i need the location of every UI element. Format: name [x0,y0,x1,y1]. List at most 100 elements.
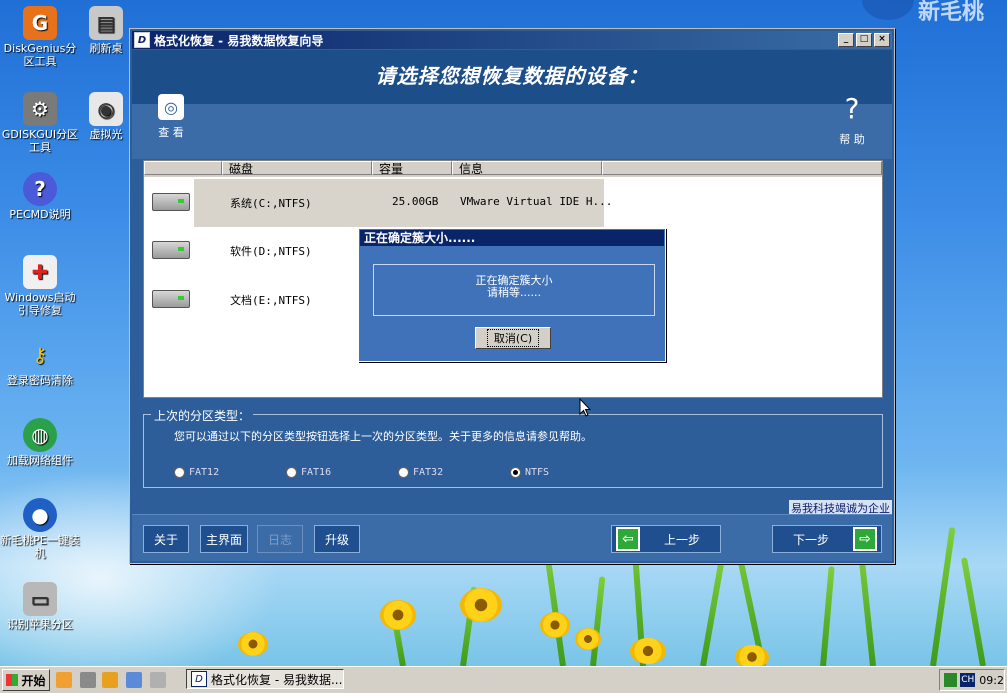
log-button[interactable]: 日志 [257,525,303,553]
radio-fat12[interactable]: FAT12 [174,467,219,478]
wizard-button-bar: 关于 主界面 日志 升级 ⇦ 上一步 下一步 ⇨ [132,514,892,561]
radio-fat32[interactable]: FAT32 [398,467,443,478]
close-button[interactable]: × [874,33,890,47]
window-title: 格式化恢复 - 易我数据恢复向导 [154,33,324,48]
desktop-icon-windows-repair[interactable]: ✚ Windows启动引导修复 [0,255,80,317]
column-header-capacity[interactable]: 容量 [372,161,452,176]
taskbar: 开始 D 格式化恢复 - 易我数据... CH 09:2 [0,666,1007,693]
column-header-info[interactable]: 信息 [452,161,602,176]
partition-type-description: 您可以通过以下的分区类型按钮选择上一次的分区类型。关于更多的信息请参见帮助。 [174,430,592,443]
app-logo-icon: D [191,671,207,687]
dialog-wait-message: 请稍等...... [487,286,541,299]
disk-name: 软件(D:,NTFS) [230,245,312,258]
help-icon: ? [844,92,860,125]
quicklaunch-icon-3[interactable] [102,672,118,688]
quicklaunch-icon-5[interactable] [150,672,166,688]
partition-type-legend: 上次的分区类型： [151,407,254,424]
dialog-title[interactable]: 正在确定簇大小...... [360,230,664,246]
peach-icon: ● [23,498,57,532]
desktop-icon-label: GDISKGUI分区工具 [1,128,79,154]
help-button[interactable]: ? 帮 助 [832,92,872,147]
help-question-icon: ? [23,172,57,206]
desktop-icon-label: 虚拟光 [89,128,123,141]
wizard-banner: 请选择您想恢复数据的设备： [132,50,892,104]
first-aid-icon: ✚ [23,255,57,289]
desktop-icon-network[interactable]: ◍ 加载网络组件 [0,418,80,467]
printer-icon: ▤ [89,6,123,40]
cd-icon: ◉ [89,92,123,126]
network-tray-icon[interactable] [944,673,958,687]
start-button[interactable]: 开始 [2,669,50,691]
taskbar-window-label: 格式化恢复 - 易我数据... [211,672,343,687]
system-tray: CH 09:2 [939,669,1005,691]
brand-watermark: 新毛桃 [862,0,1007,25]
radio-fat16[interactable]: FAT16 [286,467,331,478]
hard-disk-icon [152,193,190,211]
desktop-icon-virtual-cd[interactable]: ◉ 虚拟光 [76,92,136,141]
desktop-icon-label: 新毛桃PE一键装机 [0,534,80,560]
taskbar-window-button[interactable]: D 格式化恢复 - 易我数据... [186,669,344,689]
desktop-icon-label: Windows启动引导修复 [4,291,76,317]
desktop-icon-label: 刷新桌 [89,42,123,55]
main-menu-button[interactable]: 主界面 [200,525,248,553]
device-list-header: 磁盘 容量 信息 [144,161,882,177]
column-header-disk[interactable]: 磁盘 [222,161,372,176]
desktop-icon-password-clear[interactable]: ⚷ 登录密码清除 [0,338,80,388]
brand-text: 新毛桃 [918,0,985,25]
column-header-icon [144,161,222,175]
view-button[interactable]: ◎ 查 看 [156,94,186,140]
quicklaunch-icon-1[interactable] [56,672,72,688]
desktop-icon-pe-install[interactable]: ● 新毛桃PE一键装机 [0,498,80,560]
view-label: 查 看 [158,126,184,139]
arrow-left-icon: ⇦ [616,527,640,551]
desktop-icon-diskgenius[interactable]: G DiskGenius分区工具 [0,6,80,68]
windows-flag-icon [6,674,19,686]
desktop-icon-label: 识别苹果分区 [7,618,73,631]
view-icon: ◎ [158,94,184,120]
app-logo-icon: D [134,32,150,48]
disk-name: 系统(C:,NTFS) [230,197,312,210]
desktop-icon-apple-partition[interactable]: ▭ 识别苹果分区 [0,582,80,631]
help-label: 帮 助 [839,133,865,146]
hard-drive-icon: ▭ [23,582,57,616]
dialog-cancel-button[interactable]: 取消(C) [475,327,551,349]
upgrade-button[interactable]: 升级 [314,525,360,553]
desktop-icon-label: 登录密码清除 [7,374,73,387]
cluster-size-dialog: 正在确定簇大小...... 正在确定簇大小 请稍等...... 取消(C) [358,228,666,362]
maximize-button[interactable]: □ [856,33,872,47]
hard-disk-icon [152,290,190,308]
language-indicator[interactable]: CH [960,673,976,687]
disk-capacity: 25.00GB [392,195,439,208]
arrow-right-icon: ⇨ [853,527,877,551]
clock[interactable]: 09:2 [979,674,1004,687]
desktop-icon-refresh[interactable]: ▤ 刷新桌 [76,6,136,55]
globe-icon: ◍ [23,418,57,452]
dialog-message-box: 正在确定簇大小 请稍等...... [373,264,655,316]
desktop-icon-label: PECMD说明 [9,208,71,221]
about-button[interactable]: 关于 [143,525,189,553]
partition-type-group: 上次的分区类型： 您可以通过以下的分区类型按钮选择上一次的分区类型。关于更多的信… [143,407,883,488]
hard-disk-icon [152,241,190,259]
desktop-icon-gdiskgui[interactable]: ⚙ GDISKGUI分区工具 [0,92,80,154]
key-icon: ⚷ [32,342,48,367]
next-step-label: 下一步 [793,532,830,547]
desktop-icon-label: 加载网络组件 [7,454,73,467]
desktop-icon-pecmd[interactable]: ? PECMD说明 [0,172,80,221]
radio-ntfs[interactable]: NTFS [510,467,549,478]
banner-title: 请选择您想恢复数据的设备： [375,64,649,88]
prev-step-button[interactable]: ⇦ 上一步 [611,525,721,553]
quicklaunch-icon-4[interactable] [126,672,142,688]
brand-logo-icon [862,0,914,20]
diskgenius-icon: G [23,6,57,40]
quicklaunch-icon-2[interactable] [80,672,96,688]
disk-info: VMware Virtual IDE H... [460,195,613,208]
disk-tool-icon: ⚙ [23,92,57,126]
next-step-button[interactable]: 下一步 ⇨ [772,525,882,553]
window-titlebar[interactable]: D 格式化恢复 - 易我数据恢复向导 _ □ × [132,31,892,49]
prev-step-label: 上一步 [664,532,701,547]
column-header-blank [602,161,882,175]
wizard-toolbar: ◎ 查 看 ? 帮 助 [132,92,892,159]
desktop-icon-label: DiskGenius分区工具 [3,42,77,68]
device-row-c[interactable]: 系统(C:,NTFS) 25.00GB VMware Virtual IDE H… [144,179,882,227]
minimize-button[interactable]: _ [838,33,854,47]
